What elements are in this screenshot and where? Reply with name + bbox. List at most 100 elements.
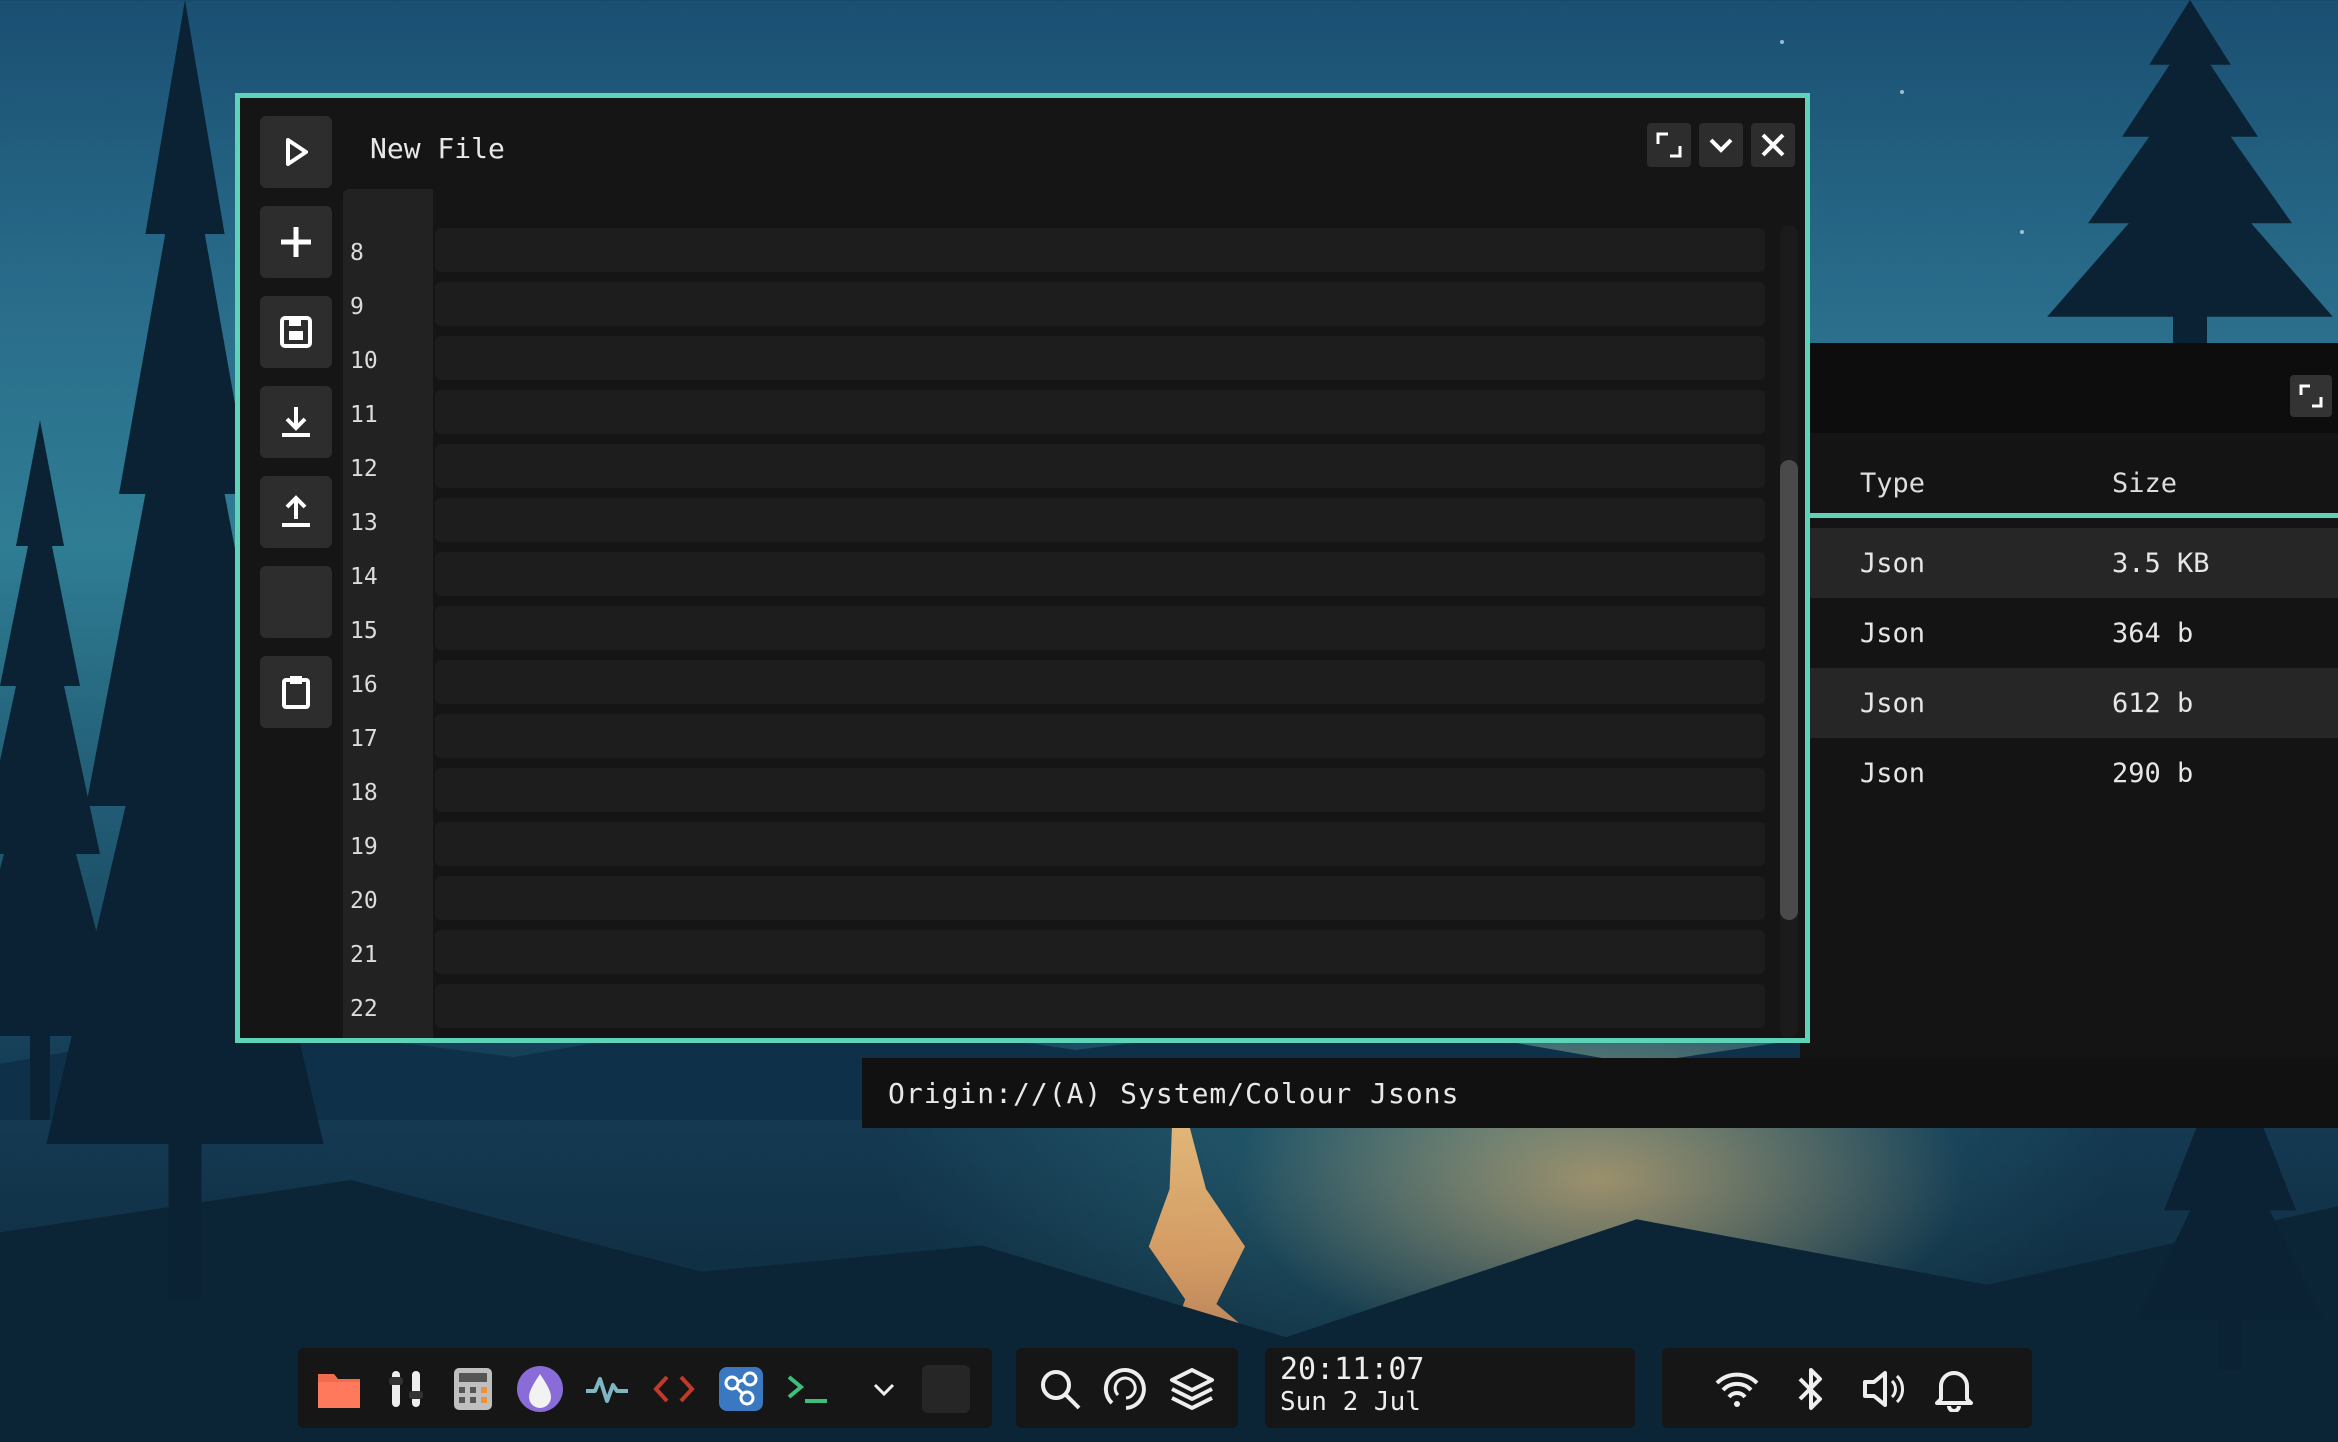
- file-type: Json: [1860, 617, 1926, 649]
- run-button[interactable]: [260, 116, 332, 188]
- line-number: 11: [350, 402, 378, 428]
- refresh-button[interactable]: [1102, 1365, 1150, 1413]
- play-icon: [286, 138, 308, 166]
- code-line[interactable]: [435, 228, 1765, 272]
- line-number: 9: [350, 294, 364, 320]
- line-number: 8: [350, 240, 364, 266]
- line-number: 17: [350, 726, 378, 752]
- wifi-icon: [1715, 1372, 1759, 1407]
- bell-icon: [1935, 1371, 1973, 1412]
- size-column-header[interactable]: Size: [2112, 468, 2177, 499]
- file-size: 290 b: [2112, 757, 2194, 789]
- clock-time: 20:11:07: [1280, 1352, 1425, 1387]
- search-button[interactable]: [1036, 1365, 1084, 1413]
- maximize-icon: [1656, 132, 1682, 158]
- upload-button[interactable]: [260, 476, 332, 548]
- file-size: 364 b: [2112, 617, 2194, 649]
- file-type: Json: [1860, 687, 1926, 719]
- code-line[interactable]: [435, 552, 1765, 596]
- line-number: 20: [350, 888, 378, 914]
- dock-overflow-button[interactable]: [860, 1365, 908, 1413]
- chevron-down-icon: [1709, 138, 1733, 153]
- line-number: 19: [350, 834, 378, 860]
- close-icon: [1761, 133, 1785, 157]
- maximize-button[interactable]: [1647, 123, 1691, 167]
- app-terminal[interactable]: [784, 1365, 832, 1413]
- line-number: 16: [350, 672, 378, 698]
- maximize-icon: [2299, 384, 2323, 408]
- save-icon: [280, 316, 312, 348]
- code-line[interactable]: [435, 390, 1765, 434]
- close-button[interactable]: [1751, 123, 1795, 167]
- line-number: 21: [350, 942, 378, 968]
- plus-icon: [281, 227, 311, 257]
- clock-date: Sun 2 Jul: [1280, 1387, 1421, 1417]
- file-size: 612 b: [2112, 687, 2194, 719]
- file-row[interactable]: Json 3.5 KB: [1800, 528, 2338, 598]
- file-manager-titlebar[interactable]: [1800, 343, 2338, 433]
- code-line[interactable]: [435, 984, 1765, 1028]
- app-drop[interactable]: [516, 1365, 564, 1413]
- file-list-header: Type Size: [1800, 453, 2338, 518]
- code-line[interactable]: [435, 876, 1765, 920]
- file-row[interactable]: Json 612 b: [1800, 668, 2338, 738]
- app-calculator[interactable]: [449, 1365, 497, 1413]
- line-number: 15: [350, 618, 378, 644]
- app-activity[interactable]: [583, 1365, 631, 1413]
- code-line[interactable]: [435, 498, 1765, 542]
- type-column-header[interactable]: Type: [1860, 468, 1925, 499]
- app-nodes[interactable]: [717, 1365, 765, 1413]
- line-number: 14: [350, 564, 378, 590]
- bluetooth-button[interactable]: [1787, 1365, 1835, 1413]
- editor-window[interactable]: New File 8 9 10 11 12 13 14 15 16 17 18 19 20 21 22: [235, 93, 1810, 1043]
- code-line[interactable]: [435, 336, 1765, 380]
- line-number: 10: [350, 348, 378, 374]
- clipboard-button[interactable]: [260, 656, 332, 728]
- file-type: Json: [1860, 547, 1926, 579]
- layers-button[interactable]: [1168, 1365, 1216, 1413]
- activity-icon: [586, 1377, 628, 1403]
- new-file-button[interactable]: [260, 206, 332, 278]
- wifi-button[interactable]: [1713, 1365, 1761, 1413]
- app-mixer[interactable]: [382, 1365, 430, 1413]
- app-drop-icon: [517, 1366, 563, 1412]
- file-manager-window[interactable]: Type Size Json 3.5 KB Json 364 b Json 61…: [1800, 343, 2338, 1058]
- folder-icon: [318, 1374, 360, 1408]
- save-button[interactable]: [260, 296, 332, 368]
- maximize-button[interactable]: [2290, 375, 2332, 417]
- code-line[interactable]: [435, 822, 1765, 866]
- minimize-button[interactable]: [1699, 123, 1743, 167]
- code-line[interactable]: [435, 282, 1765, 326]
- volume-button[interactable]: [1860, 1365, 1908, 1413]
- app-files[interactable]: [315, 1365, 363, 1413]
- path-bar[interactable]: Origin://(A) System/Colour Jsons: [862, 1058, 2338, 1128]
- upload-icon: [282, 495, 310, 527]
- path-text: Origin://(A) System/Colour Jsons: [888, 1076, 1460, 1110]
- code-line[interactable]: [435, 714, 1765, 758]
- code-line[interactable]: [435, 768, 1765, 812]
- code-line[interactable]: [435, 606, 1765, 650]
- editor-title: New File: [370, 132, 505, 165]
- line-number: 22: [350, 996, 378, 1022]
- vertical-scrollbar[interactable]: [1780, 225, 1798, 1038]
- download-button[interactable]: [260, 386, 332, 458]
- app-code[interactable]: [650, 1365, 698, 1413]
- download-icon: [282, 407, 310, 437]
- file-type: Json: [1860, 757, 1926, 789]
- file-row[interactable]: Json 290 b: [1800, 738, 2338, 808]
- calculator-icon: [454, 1368, 492, 1410]
- search-icon: [1041, 1370, 1081, 1410]
- line-number: 13: [350, 510, 378, 536]
- notifications-button[interactable]: [1930, 1365, 1978, 1413]
- dock-empty-slot[interactable]: [922, 1365, 970, 1413]
- code-line[interactable]: [435, 444, 1765, 488]
- nodes-icon: [719, 1367, 763, 1411]
- scrollbar-thumb[interactable]: [1780, 460, 1798, 920]
- code-line[interactable]: [435, 930, 1765, 974]
- blank-tool-button[interactable]: [260, 566, 332, 638]
- mixer-icon: [389, 1371, 423, 1407]
- code-line[interactable]: [435, 660, 1765, 704]
- file-row[interactable]: Json 364 b: [1800, 598, 2338, 668]
- terminal-icon: [787, 1375, 827, 1403]
- code-icon: [653, 1375, 695, 1403]
